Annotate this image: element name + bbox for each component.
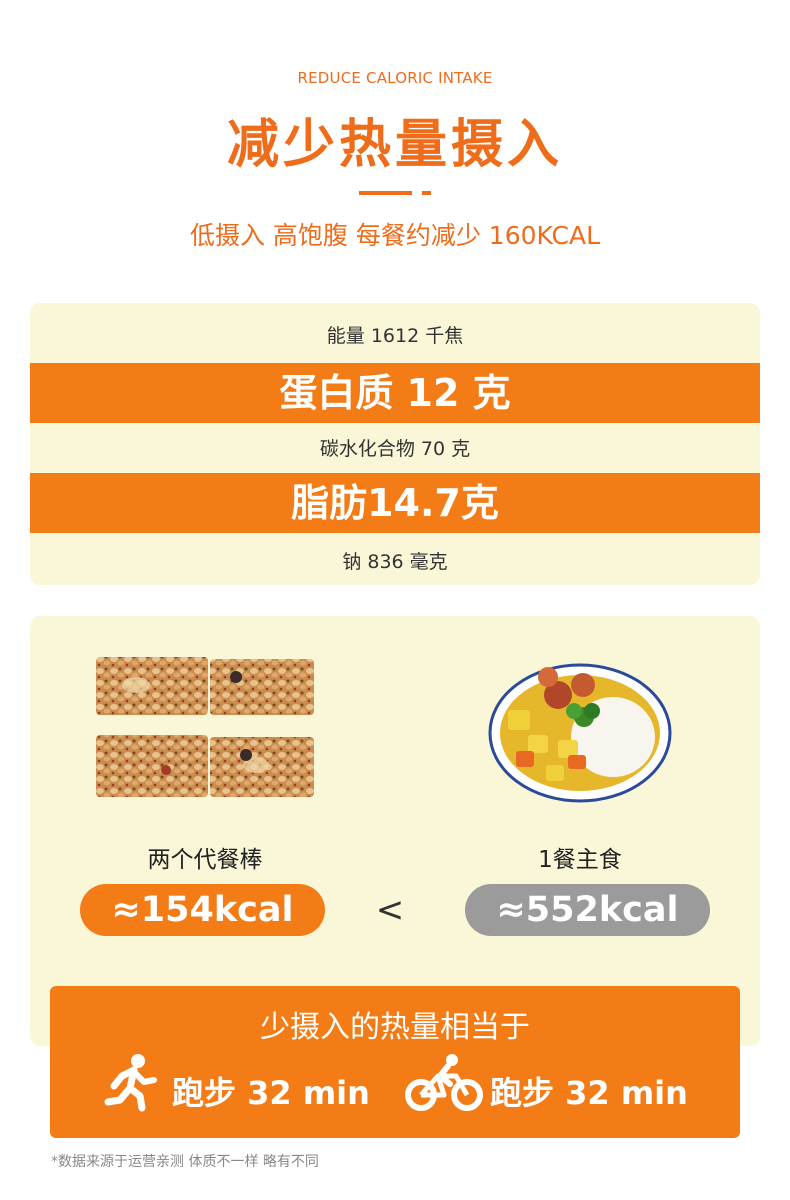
nutrition-card: 能量 1612 千焦 蛋白质 12 克 碳水化合物 70 克 脂肪14.7克 钠…: [30, 303, 760, 585]
burn-title: 少摄入的热量相当于: [260, 1010, 530, 1045]
meal-bar-label: 两个代餐棒: [147, 847, 263, 873]
bar-kcal-pill: ≈154kcal: [80, 884, 325, 936]
bicycle-icon: [405, 1054, 483, 1111]
sodium-row: 钠 836 毫克: [342, 551, 448, 573]
carbs-row: 碳水化合物 70 克: [319, 438, 471, 460]
page-subtitle: 低摄入 高饱腹 每餐约减少 160KCAL: [189, 221, 601, 250]
footnote: *数据来源于运营亲测 体质不一样 略有不同: [51, 1154, 319, 1170]
burn-item-1: 跑步 32 min: [172, 1074, 370, 1112]
title-divider-dot: [422, 191, 431, 195]
energy-row: 能量 1612 千焦: [326, 325, 464, 347]
burn-item-2: 跑步 32 min: [490, 1074, 688, 1112]
main-meal-label: 1餐主食: [538, 847, 622, 873]
protein-row: 蛋白质 12 克: [30, 363, 760, 423]
granola-bars-image: [96, 657, 314, 797]
less-than-symbol: <: [375, 890, 405, 930]
eyebrow-text: REDUCE CALORIC INTAKE: [297, 69, 493, 87]
burn-equivalent-card: 少摄入的热量相当于 跑步 32 min 跑步 32 min: [50, 986, 740, 1138]
fat-row: 脂肪14.7克: [30, 473, 760, 533]
running-person-icon: [104, 1054, 157, 1112]
page-title: 减少热量摄入: [226, 115, 563, 175]
meal-kcal-pill: ≈552kcal: [465, 884, 710, 936]
title-divider: [359, 191, 412, 195]
curry-rice-image: [488, 663, 672, 803]
